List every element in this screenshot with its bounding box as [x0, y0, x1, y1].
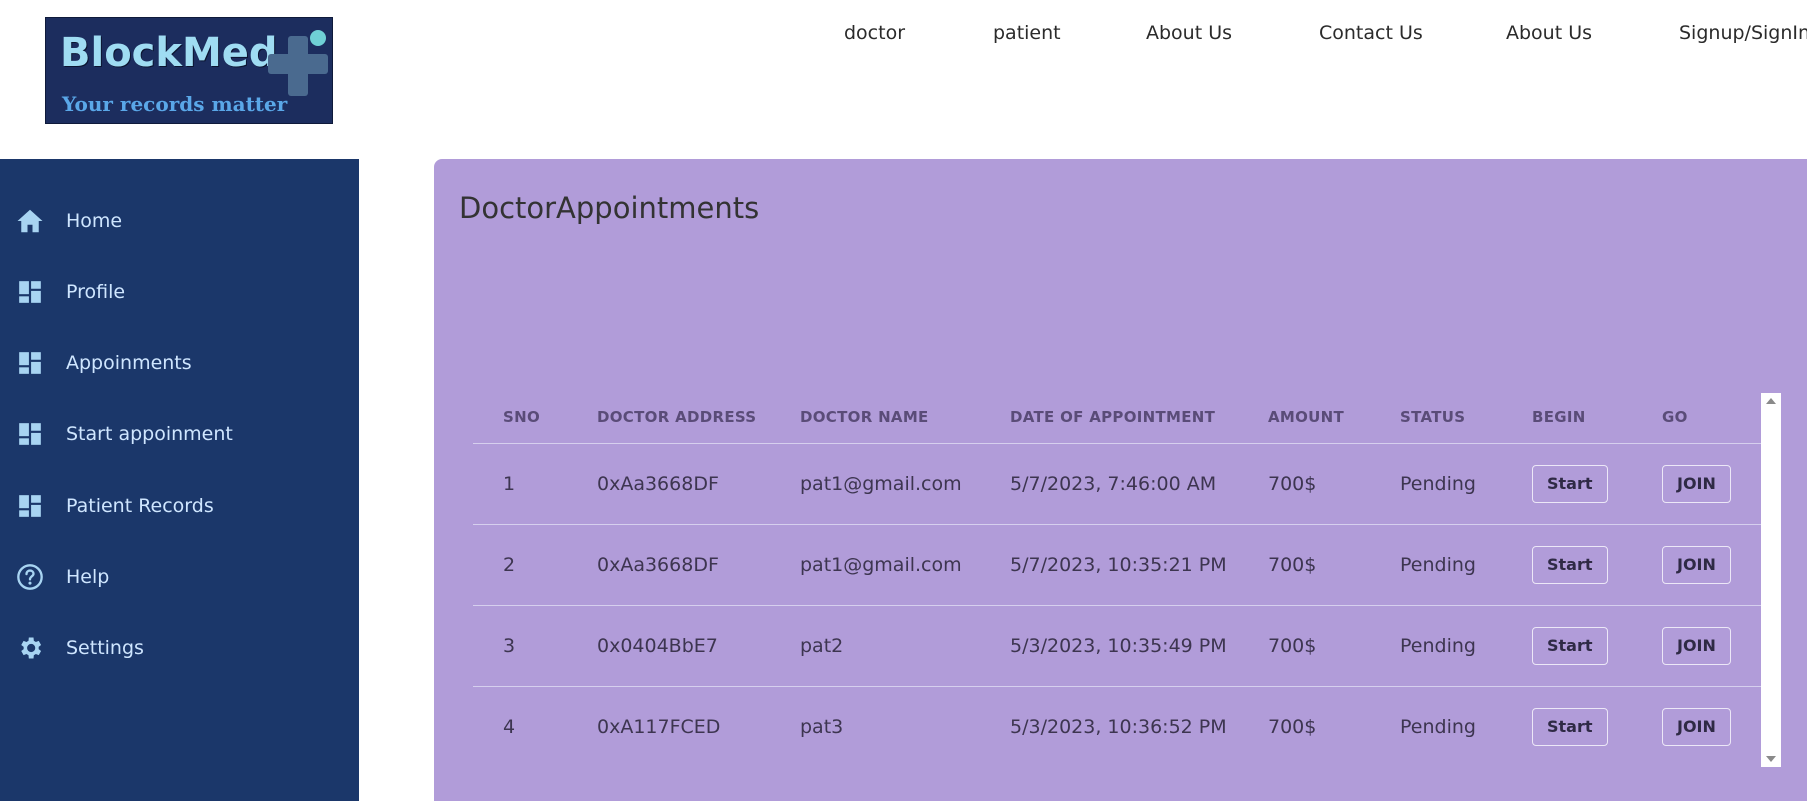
col-header: AMOUNT	[1268, 392, 1400, 444]
page-title: DoctorAppointments	[459, 191, 760, 225]
table-row: 2 0xAa3668DF pat1@gmail.com 5/7/2023, 10…	[473, 524, 1763, 606]
cell-status: Pending	[1400, 605, 1532, 687]
start-button[interactable]: Start	[1532, 545, 1608, 584]
col-header: DATE OF APPOINTMENT	[1010, 392, 1268, 444]
sidebar-item-patient-records[interactable]: Patient Records	[0, 481, 359, 531]
cell-sno: 4	[473, 686, 597, 766]
col-header: GO	[1662, 392, 1763, 444]
cell-address: 0xA117FCED	[597, 686, 800, 766]
nav-doctor[interactable]: doctor	[844, 22, 905, 44]
sidebar-item-label: Home	[66, 210, 123, 232]
help-icon	[14, 561, 46, 593]
cell-sno: 3	[473, 605, 597, 687]
cell-begin: Start	[1532, 443, 1662, 525]
header: BlockMed Your records matter doctor pati…	[0, 0, 1807, 159]
cell-go: JOIN	[1662, 443, 1763, 525]
nav-contact-us[interactable]: Contact Us	[1319, 22, 1423, 44]
cell-date: 5/3/2023, 10:35:49 PM	[1010, 605, 1268, 687]
cell-amount: 700$	[1268, 524, 1400, 606]
main-panel: DoctorAppointments SNO DOCTOR ADDRESS DO…	[434, 159, 1807, 801]
cell-go: JOIN	[1662, 686, 1763, 766]
sidebar-item-label: Profile	[66, 281, 126, 303]
cell-name: pat1@gmail.com	[800, 443, 1010, 525]
nav-about-us[interactable]: About Us	[1146, 22, 1232, 44]
cell-status: Pending	[1400, 686, 1532, 766]
table-header-row: SNO DOCTOR ADDRESS DOCTOR NAME DATE OF A…	[473, 392, 1763, 444]
cell-address: 0x0404BbE7	[597, 605, 800, 687]
cell-name: pat3	[800, 686, 1010, 766]
col-header: DOCTOR ADDRESS	[597, 392, 800, 444]
cell-status: Pending	[1400, 443, 1532, 525]
sidebar-item-settings[interactable]: Settings	[0, 623, 359, 673]
table-scrollbar[interactable]	[1761, 393, 1781, 767]
start-button[interactable]: Start	[1532, 626, 1608, 665]
cell-address: 0xAa3668DF	[597, 443, 800, 525]
col-header: DOCTOR NAME	[800, 392, 1010, 444]
cell-begin: Start	[1532, 686, 1662, 766]
table-row: 1 0xAa3668DF pat1@gmail.com 5/7/2023, 7:…	[473, 443, 1763, 525]
nav-patient[interactable]: patient	[993, 22, 1061, 44]
col-header: SNO	[473, 392, 597, 444]
join-button[interactable]: JOIN	[1662, 707, 1731, 746]
start-button[interactable]: Start	[1532, 464, 1608, 503]
join-button[interactable]: JOIN	[1662, 626, 1731, 665]
cell-date: 5/3/2023, 10:36:52 PM	[1010, 686, 1268, 766]
cell-begin: Start	[1532, 605, 1662, 687]
nav-about-us-2[interactable]: About Us	[1506, 22, 1592, 44]
dashboard-icon	[14, 347, 46, 379]
dashboard-icon	[14, 490, 46, 522]
gear-icon	[14, 632, 46, 664]
sidebar-item-appointments[interactable]: Appoinments	[0, 338, 359, 388]
table-row: 3 0x0404BbE7 pat2 5/3/2023, 10:35:49 PM …	[473, 605, 1763, 687]
scroll-up-arrow-icon[interactable]	[1766, 398, 1776, 404]
sidebar-item-start-appointment[interactable]: Start appoinment	[0, 409, 359, 459]
dashboard-icon	[14, 276, 46, 308]
dashboard-icon	[14, 418, 46, 450]
sidebar-item-label: Appoinments	[66, 352, 192, 374]
appointments-table-container[interactable]: SNO DOCTOR ADDRESS DOCTOR NAME DATE OF A…	[473, 392, 1784, 766]
top-nav: doctor patient About Us Contact Us About…	[0, 22, 1807, 52]
cell-sno: 2	[473, 524, 597, 606]
cell-amount: 700$	[1268, 605, 1400, 687]
cell-amount: 700$	[1268, 443, 1400, 525]
cell-date: 5/7/2023, 10:35:21 PM	[1010, 524, 1268, 606]
logo-tagline: Your records matter	[62, 92, 288, 116]
table-row: 4 0xA117FCED pat3 5/3/2023, 10:36:52 PM …	[473, 686, 1763, 766]
cell-name: pat2	[800, 605, 1010, 687]
sidebar-item-label: Help	[66, 566, 110, 588]
cell-address: 0xAa3668DF	[597, 524, 800, 606]
cell-go: JOIN	[1662, 524, 1763, 606]
appointments-table: SNO DOCTOR ADDRESS DOCTOR NAME DATE OF A…	[473, 392, 1763, 766]
cell-go: JOIN	[1662, 605, 1763, 687]
home-icon	[14, 205, 46, 237]
cell-sno: 1	[473, 443, 597, 525]
scroll-down-arrow-icon[interactable]	[1766, 756, 1776, 762]
cell-name: pat1@gmail.com	[800, 524, 1010, 606]
sidebar: Home Profile Appoinments Start appoinmen…	[0, 159, 359, 801]
join-button[interactable]: JOIN	[1662, 464, 1731, 503]
sidebar-item-label: Patient Records	[66, 495, 214, 517]
nav-signup-signin[interactable]: Signup/SignIn	[1679, 22, 1807, 44]
cell-status: Pending	[1400, 524, 1532, 606]
col-header: BEGIN	[1532, 392, 1662, 444]
join-button[interactable]: JOIN	[1662, 545, 1731, 584]
sidebar-item-profile[interactable]: Profile	[0, 267, 359, 317]
sidebar-item-home[interactable]: Home	[0, 196, 359, 246]
sidebar-item-label: Start appoinment	[66, 423, 233, 445]
col-header: STATUS	[1400, 392, 1532, 444]
sidebar-item-label: Settings	[66, 637, 144, 659]
sidebar-item-help[interactable]: Help	[0, 552, 359, 602]
cell-amount: 700$	[1268, 686, 1400, 766]
cell-begin: Start	[1532, 524, 1662, 606]
cell-date: 5/7/2023, 7:46:00 AM	[1010, 443, 1268, 525]
start-button[interactable]: Start	[1532, 707, 1608, 746]
